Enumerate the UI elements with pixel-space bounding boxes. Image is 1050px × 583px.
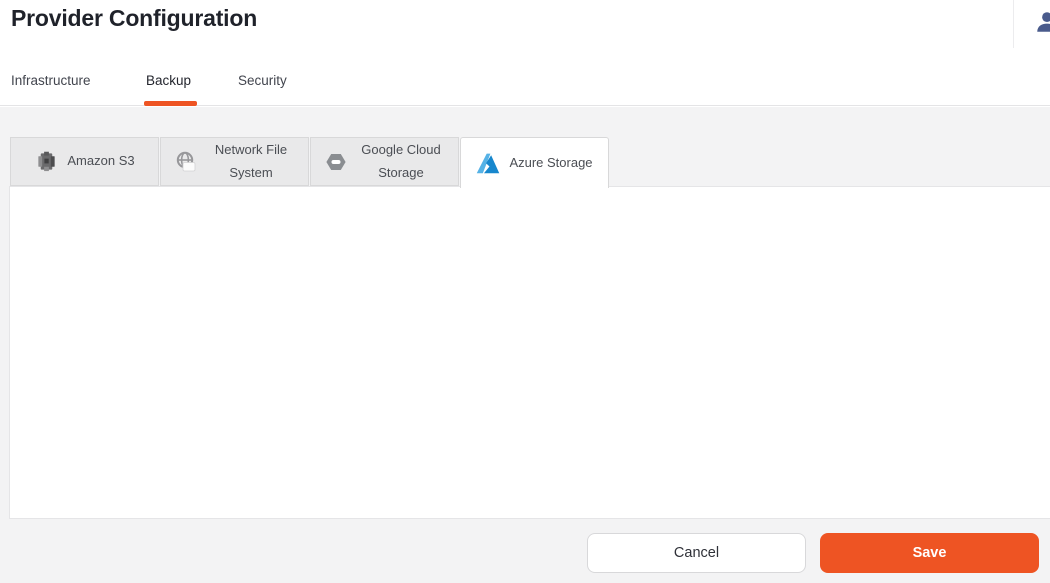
tab-label: Azure Storage [509,152,592,175]
page-title: Provider Configuration [11,5,257,32]
tab-azure-storage[interactable]: Azure Storage [460,137,609,188]
nav-tab-backup[interactable]: Backup [146,73,191,88]
tab-label: Google Cloud Storage [357,139,445,185]
active-tab-underline [144,101,197,106]
tab-label: Network File System [207,139,295,185]
cancel-button[interactable]: Cancel [587,533,806,573]
user-account-icon[interactable] [1034,9,1050,35]
save-button[interactable]: Save [820,533,1039,573]
nav-tab-infrastructure[interactable]: Infrastructure [11,73,91,88]
tab-label: Amazon S3 [67,150,134,173]
header-divider [1013,0,1014,48]
tab-network-file-system[interactable]: Network File System [160,137,309,186]
tab-google-cloud-storage[interactable]: Google Cloud Storage [310,137,459,186]
provider-tabs: Amazon S3 Network File System Google Clo… [10,137,610,188]
network-file-system-icon [174,150,198,174]
nav-tab-security[interactable]: Security [238,73,287,88]
primary-nav: Infrastructure Backup Security [0,60,1050,106]
tab-amazon-s3[interactable]: Amazon S3 [10,137,159,186]
amazon-s3-icon [34,150,58,174]
google-cloud-storage-icon [324,150,348,174]
provider-form-card [9,186,1050,519]
azure-storage-icon [476,151,500,175]
